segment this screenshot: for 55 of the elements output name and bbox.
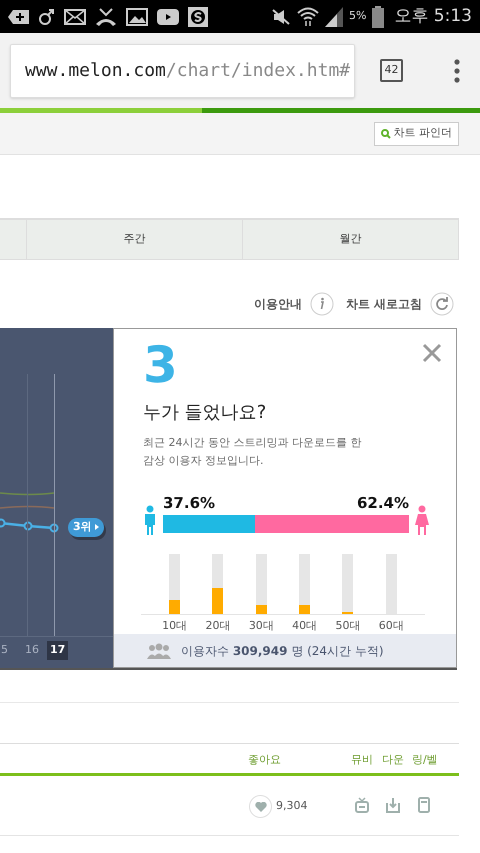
users-icon [144,642,174,658]
period-tab[interactable]: 주간 [27,220,243,259]
age-label: 50대 [334,618,362,634]
search-icon [380,128,390,138]
download-icon[interactable] [386,797,400,813]
column-header: 좋아요 [248,752,281,768]
female-figure-icon [415,504,429,534]
male-percent: 37.6% [163,493,216,514]
tab-count-button[interactable]: 42 [380,59,403,82]
popup-title: 누가 들었나요? [143,401,268,425]
info-icon[interactable] [310,292,334,316]
wifi-icon [296,6,319,26]
mute-icon [270,8,291,26]
description-line: 감상 이용자 정보입니다. [143,453,264,469]
rank-number: 3 [143,341,178,389]
usage-guide-link[interactable]: 이용안내 [254,295,302,313]
tv-icon[interactable] [355,797,369,813]
battery-icon [372,6,384,28]
female-percent: 62.4% [356,493,409,514]
age-label: 60대 [378,618,405,634]
age-label: 10대 [161,618,188,634]
mail-icon [64,8,86,24]
signal-icon [324,6,343,26]
add-icon [8,8,30,24]
heart-icon [254,802,266,812]
refresh-icon[interactable] [430,292,454,316]
period-tab[interactable]: 월간 [243,220,459,259]
like-count: 9,304 [276,798,308,814]
age-label: 20대 [204,618,232,634]
age-label: 40대 [291,618,318,634]
image-icon [126,8,148,26]
chart-finder-button[interactable]: 차트 파인더 [374,122,459,146]
close-icon[interactable] [422,343,442,363]
x-axis-label: 16 [24,642,40,658]
user-count-text: 이용자수 309,949 명 (24시간 누적) [181,642,384,660]
battery-percent: 5% [348,8,366,24]
play-icon [157,8,179,24]
arrow-icon [94,524,99,530]
clock: 오후 5:13 [394,4,472,28]
chart-refresh-link[interactable]: 차트 새로고침 [346,295,422,313]
male-symbol-icon [39,8,55,26]
column-header: 다운 [382,752,404,768]
s-app-icon [188,6,208,26]
column-header: 뮤비 [351,752,373,768]
x-axis-label: 17 [47,641,68,660]
like-button[interactable] [249,795,272,818]
male-figure-icon [143,504,157,534]
phone-icon[interactable] [418,797,430,813]
menu-icon[interactable] [454,58,460,82]
age-label: 30대 [248,618,275,634]
x-axis-label: 5 [0,642,9,658]
column-header: 링/벨 [412,752,438,768]
description-line: 최근 24시간 동안 스트리밍과 다운로드를 한 [143,435,362,451]
missed-call-icon [95,8,117,26]
url-field[interactable]: www.melon.com/chart/index.htm# [10,44,355,98]
